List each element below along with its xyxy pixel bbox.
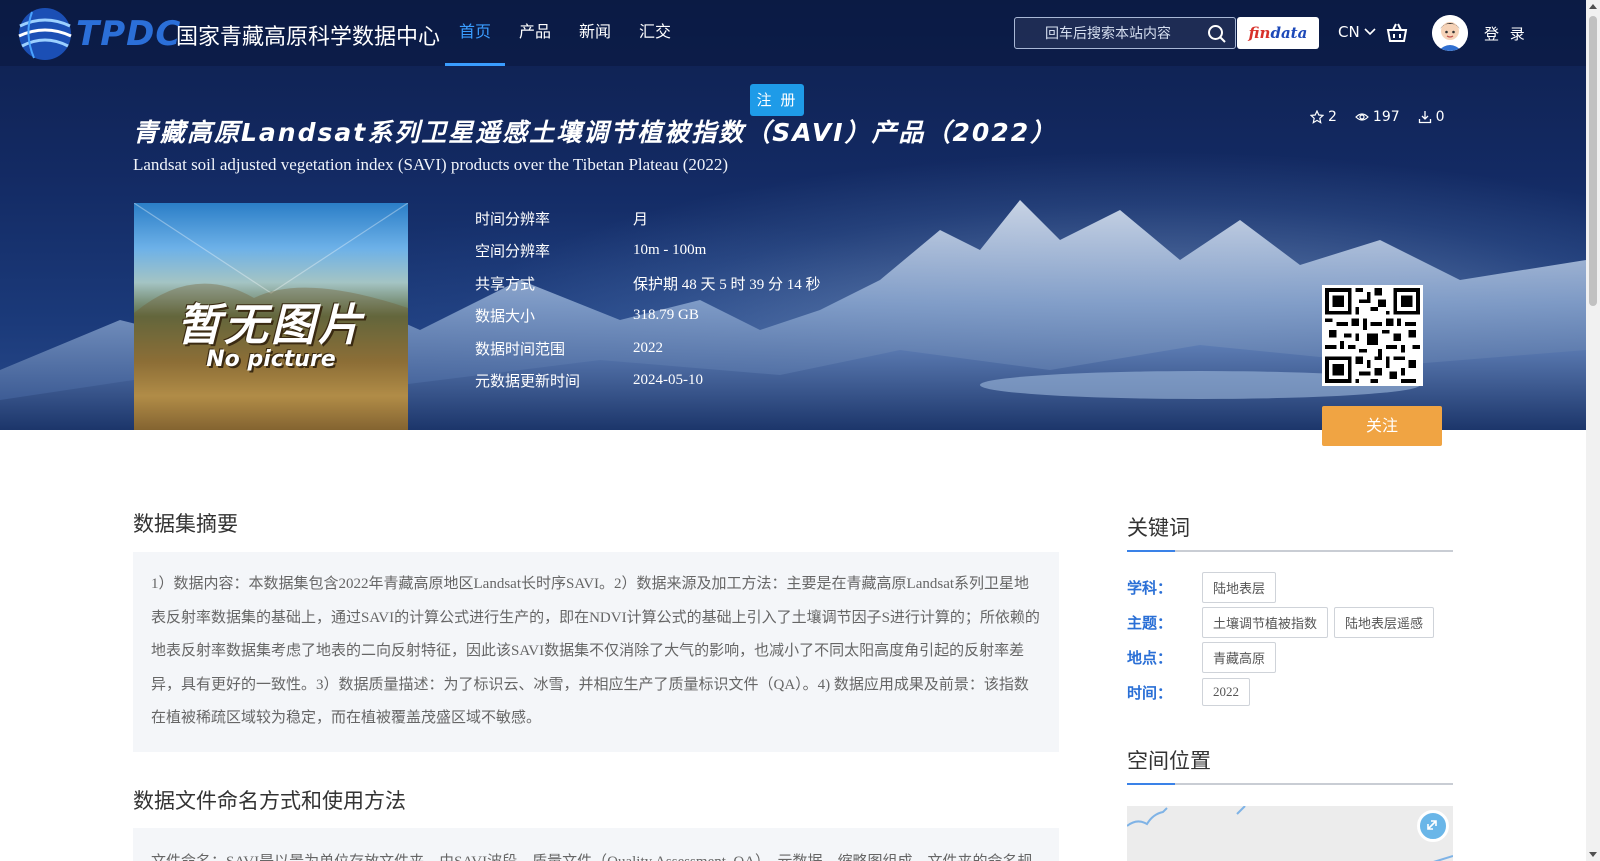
eye-icon — [1355, 113, 1369, 121]
keyword-label: 主题： — [1127, 614, 1173, 632]
search-box — [1014, 17, 1236, 49]
globe-logo-icon[interactable] — [14, 4, 76, 64]
keyword-tag[interactable]: 青藏高原 — [1202, 642, 1277, 673]
nav-item-products[interactable]: 产品 — [505, 0, 565, 66]
page-scrollbar[interactable] — [1586, 0, 1600, 861]
scroll-up-icon[interactable] — [1589, 4, 1597, 9]
abstract-heading: 数据集摘要 — [133, 512, 238, 536]
meta-row: 元数据更新时间 2024-05-10 — [475, 365, 821, 398]
download-icon — [1418, 111, 1431, 124]
meta-row: 数据时间范围 2022 — [475, 332, 821, 365]
location-title: 空间位置 — [1127, 749, 1211, 773]
meta-value: 2022 — [633, 339, 663, 356]
keywords-divider — [1127, 550, 1453, 552]
star-stat[interactable]: 2 — [1310, 109, 1337, 125]
keywords-title: 关键词 — [1127, 516, 1190, 540]
dataset-metadata: 时间分辨率 月 空间分辨率 10m - 100m 共享方式 保护期 48 天 5… — [475, 202, 821, 397]
meta-value: 月 — [633, 211, 649, 228]
keyword-label: 时间： — [1127, 683, 1173, 702]
keyword-row-place: 地点： 青藏高原 — [1127, 642, 1282, 673]
logo-text[interactable]: TPDC — [76, 14, 181, 54]
abstract-box: 1）数据内容：本数据集包含2022年青藏高原地区Landsat长时序SAVI。2… — [133, 552, 1059, 752]
location-header: 空间位置 — [1127, 745, 1453, 785]
meta-row: 时间分辨率 月 — [475, 202, 821, 235]
no-image-text-en: No picture — [206, 347, 336, 372]
scroll-thumb[interactable] — [1589, 16, 1597, 306]
no-image-text-cn: 暂无图片 — [177, 300, 365, 351]
search-input[interactable] — [1015, 18, 1195, 48]
meta-row: 共享方式 保护期 48 天 5 时 39 分 14 秒 — [475, 267, 821, 300]
meta-row: 空间分辨率 10m - 100m — [475, 235, 821, 268]
findata-part1: fin — [1248, 24, 1271, 42]
keyword-tag[interactable]: 2022 — [1202, 678, 1250, 706]
view-stat: 197 — [1355, 109, 1400, 125]
naming-text: 文件命名：SAVI是以景为单位存放文件夹，由SAVI波段、质量文件（Qualit… — [151, 846, 1041, 861]
keyword-row-time: 时间： 2022 — [1127, 678, 1256, 706]
scroll-down-icon[interactable] — [1589, 852, 1597, 857]
register-button[interactable]: 注 册 — [750, 84, 804, 116]
findata-part2: data — [1270, 24, 1308, 42]
nav-item-home[interactable]: 首页 — [445, 0, 506, 66]
naming-box: 文件命名：SAVI是以景为单位存放文件夹，由SAVI波段、质量文件（Qualit… — [133, 828, 1059, 861]
download-stat: 0 — [1418, 109, 1445, 125]
meta-value: 318.79 GB — [633, 307, 699, 324]
meta-label: 共享方式 — [475, 274, 536, 293]
dataset-stats: 2 197 0 — [1310, 109, 1445, 125]
main-nav: 首页 产品 新闻 汇交 — [445, 0, 685, 66]
dataset-title-cn: 青藏高原Landsat系列卫星遥感土壤调节植被指数（SAVI）产品（2022） — [133, 118, 1058, 147]
meta-label: 数据时间范围 — [475, 339, 566, 358]
site-name[interactable]: 国家青藏高原科学数据中心 — [176, 19, 440, 51]
star-icon — [1310, 110, 1324, 124]
keyword-label: 地点： — [1127, 649, 1173, 667]
top-navigation-bar: TPDC 国家青藏高原科学数据中心 首页 产品 新闻 汇交 findata CN — [0, 0, 1586, 66]
avatar[interactable] — [1432, 15, 1468, 51]
location-divider — [1127, 783, 1453, 785]
meta-label: 时间分辨率 — [475, 209, 551, 228]
keyword-row-theme: 主题： 土壤调节植被指数 陆地表层遥感 — [1127, 607, 1440, 638]
login-link[interactable]: 登 录 — [1484, 23, 1528, 44]
meta-value: 保护期 48 天 5 时 39 分 14 秒 — [633, 276, 821, 293]
qr-code — [1322, 285, 1423, 386]
nav-item-submit[interactable]: 汇交 — [625, 0, 685, 66]
keyword-tag[interactable]: 陆地表层 — [1202, 572, 1277, 603]
qr-code-icon — [1325, 288, 1420, 383]
expand-icon — [1427, 820, 1437, 830]
keyword-tag[interactable]: 土壤调节植被指数 — [1202, 607, 1329, 638]
view-count: 197 — [1372, 109, 1400, 125]
meta-row: 数据大小 318.79 GB — [475, 300, 821, 333]
findata-button[interactable]: findata — [1237, 17, 1319, 49]
meta-label: 数据大小 — [475, 307, 536, 326]
nav-item-news[interactable]: 新闻 — [565, 0, 625, 66]
dataset-title-en: Landsat soil adjusted vegetation index (… — [133, 155, 729, 174]
keywords-header: 关键词 — [1127, 512, 1453, 552]
meta-value: 10m - 100m — [633, 242, 707, 259]
meta-label: 空间分辨率 — [475, 242, 551, 261]
search-icon[interactable] — [1207, 24, 1227, 44]
keyword-tag[interactable]: 陆地表层遥感 — [1334, 607, 1435, 638]
chevron-down-icon — [1364, 28, 1377, 36]
map-expand-button[interactable] — [1417, 810, 1449, 842]
map-coastline-icon — [1127, 806, 1453, 861]
naming-heading: 数据文件命名方式和使用方法 — [133, 789, 406, 813]
meta-label: 元数据更新时间 — [475, 372, 581, 391]
location-map[interactable] — [1127, 806, 1453, 861]
keyword-row-subject: 学科： 陆地表层 — [1127, 572, 1282, 603]
star-count: 2 — [1328, 109, 1337, 125]
download-count: 0 — [1435, 109, 1445, 125]
abstract-text: 1）数据内容：本数据集包含2022年青藏高原地区Landsat长时序SAVI。2… — [151, 576, 1040, 726]
cart-icon[interactable] — [1386, 22, 1408, 44]
keyword-label: 学科： — [1127, 579, 1173, 597]
dataset-thumbnail: 暂无图片 No picture — [134, 203, 408, 430]
user-avatar-icon — [1432, 15, 1468, 51]
language-label: CN — [1338, 23, 1360, 41]
meta-value: 2024-05-10 — [633, 372, 703, 389]
follow-button[interactable]: 关注 — [1322, 406, 1442, 446]
language-switcher[interactable]: CN — [1338, 23, 1377, 41]
